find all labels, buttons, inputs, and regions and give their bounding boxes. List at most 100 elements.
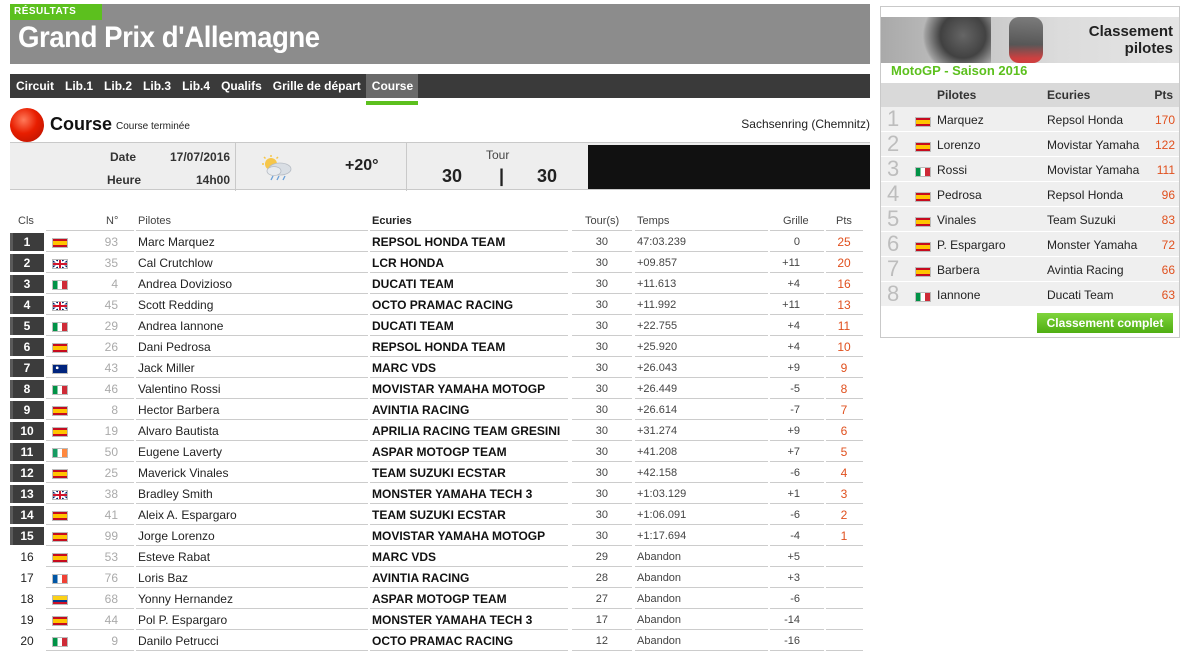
points-value: 6: [840, 424, 848, 438]
table-row[interactable]: 14 41 Aleix A. Espargaro TEAM SUZUKI ECSTAR…: [10, 505, 865, 526]
row-underline: [635, 419, 768, 420]
standings-row[interactable]: 4 Pedrosa Repsol Honda 96: [881, 182, 1179, 207]
row-underline: [572, 335, 632, 336]
table-row[interactable]: 11 50 Eugene Laverty ASPAR MOTOGP TEAM 30 +41…: [10, 442, 865, 463]
row-underline: [635, 335, 768, 336]
time-value: 14h00: [196, 173, 231, 187]
row-underline: [46, 419, 134, 420]
position-cell: 1: [10, 233, 44, 251]
row-underline: [370, 335, 568, 336]
standings-row[interactable]: 1 Marquez Repsol Honda 170: [881, 107, 1179, 132]
row-underline: [572, 524, 632, 525]
standings-rank: 3: [887, 156, 900, 181]
table-row[interactable]: 8 46 Valentino Rossi MOVISTAR YAMAHA MOTOGP…: [10, 379, 865, 400]
standings-rider: Vinales: [937, 213, 977, 227]
row-underline: [136, 314, 368, 315]
position-cell: 11: [10, 443, 44, 461]
tab-qualifs[interactable]: Qualifs: [215, 74, 267, 98]
tab-lib-4[interactable]: Lib.4: [176, 74, 215, 98]
table-row[interactable]: 18 68 Yonny Hernandez ASPAR MOTOGP TEAM 27 Ab…: [10, 589, 865, 610]
grid-value: -5: [790, 383, 800, 395]
rider-name: Eugene Laverty: [138, 445, 223, 459]
rider-name: Bradley Smith: [138, 487, 213, 501]
table-row[interactable]: 9 8 Hector Barbera AVINTIA RACING 30 +26.614 -…: [10, 400, 865, 421]
standings-team: Movistar Yamaha: [1047, 163, 1140, 177]
row-underline: [136, 251, 368, 252]
lap-total: 30: [537, 166, 558, 186]
row-underline: [770, 482, 824, 483]
table-row[interactable]: 7 43 Jack Miller MARC VDS 30 +26.043 +9 9: [10, 358, 865, 379]
standings-row[interactable]: 6 P. Espargaro Monster Yamaha 72: [881, 232, 1179, 257]
rider-number: 25: [104, 466, 118, 480]
laps-value: 30: [595, 404, 608, 416]
row-underline: [46, 629, 134, 630]
tab-course[interactable]: Course: [365, 74, 419, 105]
standings-row[interactable]: 5 Vinales Team Suzuki 83: [881, 207, 1179, 232]
row-underline: [46, 356, 134, 357]
laps-value: 30: [595, 446, 608, 458]
points-value: [832, 589, 856, 610]
col-header-laps: Tour(s): [585, 215, 620, 227]
team-name: MONSTER YAMAHA TECH 3: [372, 487, 533, 501]
table-row[interactable]: 4 45 Scott Redding OCTO PRAMAC RACING 30 +11.…: [10, 295, 865, 316]
row-underline: [46, 545, 134, 546]
row-underline: [46, 251, 134, 252]
points-value: 7: [840, 403, 848, 417]
table-row[interactable]: 15 99 Jorge Lorenzo MOVISTAR YAMAHA MOTOGP 3…: [10, 526, 865, 547]
time-value: +1:03.129: [637, 488, 687, 500]
row-underline: [572, 356, 632, 357]
race-status: Course terminée: [116, 121, 190, 132]
tab-lib-3[interactable]: Lib.3: [137, 74, 176, 98]
table-row[interactable]: 3 4 Andrea Dovizioso DUCATI TEAM 30 +11.613 +4…: [10, 274, 865, 295]
table-row[interactable]: 20 9 Danilo Petrucci OCTO PRAMAC RACING 12 Ab…: [10, 631, 865, 652]
row-underline: [370, 251, 568, 252]
row-underline: [826, 272, 863, 273]
row-underline: [635, 251, 768, 252]
lap-separator: |: [499, 166, 505, 186]
row-underline: [572, 629, 632, 630]
tab-lib-1[interactable]: Lib.1: [59, 74, 98, 98]
row-underline: [572, 293, 632, 294]
tab-lib-2[interactable]: Lib.2: [98, 74, 137, 98]
laps-value: 30: [595, 278, 608, 290]
table-row[interactable]: 13 38 Bradley Smith MONSTER YAMAHA TECH 3 30…: [10, 484, 865, 505]
tab-circuit[interactable]: Circuit: [10, 74, 59, 98]
laps-value: 30: [595, 299, 608, 311]
standings-rider: Marquez: [937, 113, 984, 127]
table-row[interactable]: 2 35 Cal Crutchlow LCR HONDA 30 +09.857 +11 20: [10, 253, 865, 274]
table-row[interactable]: 1 93 Marc Marquez REPSOL HONDA TEAM 30 47:03.…: [10, 232, 865, 253]
race-info-bar: Date 17/07/2016 Heure 14h00 +20° Tour 30…: [10, 142, 870, 191]
table-row[interactable]: 5 29 Andrea Iannone DUCATI TEAM 30 +22.755 +4 1…: [10, 316, 865, 337]
time-value: Abandon: [637, 614, 682, 626]
table-row[interactable]: 19 44 Pol P. Espargaro MONSTER YAMAHA TECH …: [10, 610, 865, 631]
row-underline: [572, 377, 632, 378]
table-row[interactable]: 17 76 Loris Baz AVINTIA RACING 28 Abandon +3: [10, 568, 865, 589]
row-underline: [136, 524, 368, 525]
time-value: Abandon: [637, 551, 682, 563]
row-underline: [770, 398, 824, 399]
row-underline: [46, 272, 134, 273]
row-underline: [370, 650, 568, 651]
rider-photo: [1009, 17, 1043, 63]
standings-row[interactable]: 7 Barbera Avintia Racing 66: [881, 257, 1179, 282]
full-standings-button[interactable]: Classement complet: [1037, 313, 1173, 333]
standings-rider: Pedrosa: [937, 188, 982, 202]
standings-row[interactable]: 8 Iannone Ducati Team 63: [881, 282, 1179, 307]
row-underline: [370, 440, 568, 441]
row-underline: [635, 440, 768, 441]
standings-row[interactable]: 3 Rossi Movistar Yamaha 111: [881, 157, 1179, 182]
table-row[interactable]: 16 53 Esteve Rabat MARC VDS 29 Abandon +5: [10, 547, 865, 568]
row-underline: [635, 524, 768, 525]
standings-row[interactable]: 2 Lorenzo Movistar Yamaha 122: [881, 132, 1179, 157]
row-underline: [136, 440, 368, 441]
temperature: +20°: [345, 157, 379, 174]
row-underline: [635, 482, 768, 483]
laps-value: 30: [595, 530, 608, 542]
table-row[interactable]: 10 19 Alvaro Bautista APRILIA RACING TEAM G…: [10, 421, 865, 442]
tab-grille-de-d-part[interactable]: Grille de départ: [267, 74, 366, 98]
table-row[interactable]: 6 26 Dani Pedrosa REPSOL HONDA TEAM 30 +25.92…: [10, 337, 865, 358]
time-value: Abandon: [637, 593, 682, 605]
table-row[interactable]: 12 25 Maverick Vinales TEAM SUZUKI ECSTAR 30…: [10, 463, 865, 484]
team-name: MARC VDS: [372, 361, 437, 375]
flag-es-icon: [52, 343, 68, 353]
